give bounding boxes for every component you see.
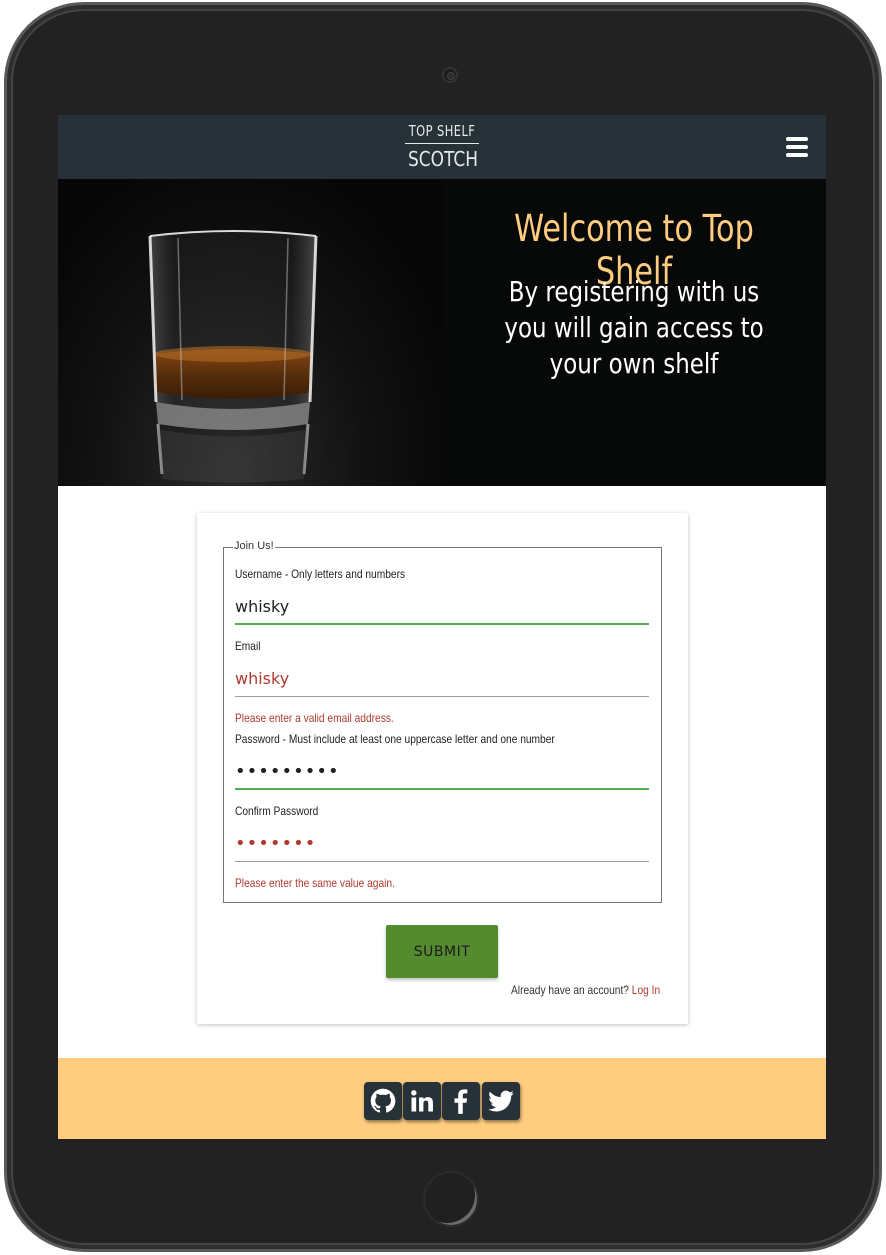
hero-subtitle: By registering with us you will gain acc… <box>504 275 764 380</box>
navbar: TOP SHELF SCOTCH <box>58 115 826 179</box>
twitter-icon[interactable] <box>482 1082 520 1120</box>
submit-button[interactable]: Submit <box>386 925 498 978</box>
linkedin-icon[interactable] <box>403 1082 441 1120</box>
register-card: Join Us! Username - Only letters and num… <box>197 513 688 1024</box>
hero-image <box>58 179 442 486</box>
fieldset-legend: Join Us! <box>233 540 275 552</box>
hero-banner: Welcome to Top Shelf By registering with… <box>58 179 826 486</box>
footer <box>58 1058 826 1139</box>
facebook-icon-glyph <box>454 1089 468 1114</box>
login-prompt: Already have an account? Log In <box>511 983 660 997</box>
logo-bottom-text: SCOTCH <box>408 147 479 171</box>
hamburger-bar <box>786 145 808 149</box>
logo-divider <box>405 143 479 144</box>
home-button[interactable] <box>423 1171 479 1227</box>
register-fieldset: Join Us! Username - Only letters and num… <box>223 540 662 903</box>
github-icon[interactable] <box>364 1082 402 1120</box>
hamburger-bar <box>786 137 808 141</box>
hamburger-icon[interactable] <box>786 137 808 157</box>
twitter-icon-glyph <box>488 1090 514 1112</box>
confirm-password-input[interactable]: ••••••• <box>235 826 649 862</box>
login-link[interactable]: Log In <box>632 983 660 997</box>
whisky-glass-image <box>148 230 318 483</box>
password-input[interactable]: ••••••••• <box>235 754 649 790</box>
email-error: Please enter a valid email address. <box>235 711 394 725</box>
site-logo[interactable]: TOP SHELF SCOTCH <box>402 122 482 174</box>
email-label: Email <box>235 639 261 653</box>
login-prompt-text: Already have an account? <box>511 983 629 997</box>
facebook-icon[interactable] <box>442 1082 480 1120</box>
password-label: Password - Must include at least one upp… <box>235 732 555 746</box>
camera-icon <box>442 67 458 83</box>
screen: TOP SHELF SCOTCH Welcome to Top Shelf By… <box>58 115 826 1139</box>
hamburger-bar <box>786 153 808 157</box>
username-input[interactable]: whisky <box>235 589 649 625</box>
confirm-password-error: Please enter the same value again. <box>235 876 395 890</box>
username-label: Username - Only letters and numbers <box>235 567 406 581</box>
logo-top-text: TOP SHELF <box>408 122 476 140</box>
confirm-password-label: Confirm Password <box>235 804 319 818</box>
github-icon-glyph <box>370 1088 396 1113</box>
email-input[interactable]: whisky <box>235 661 649 697</box>
linkedin-icon-glyph <box>411 1090 433 1112</box>
